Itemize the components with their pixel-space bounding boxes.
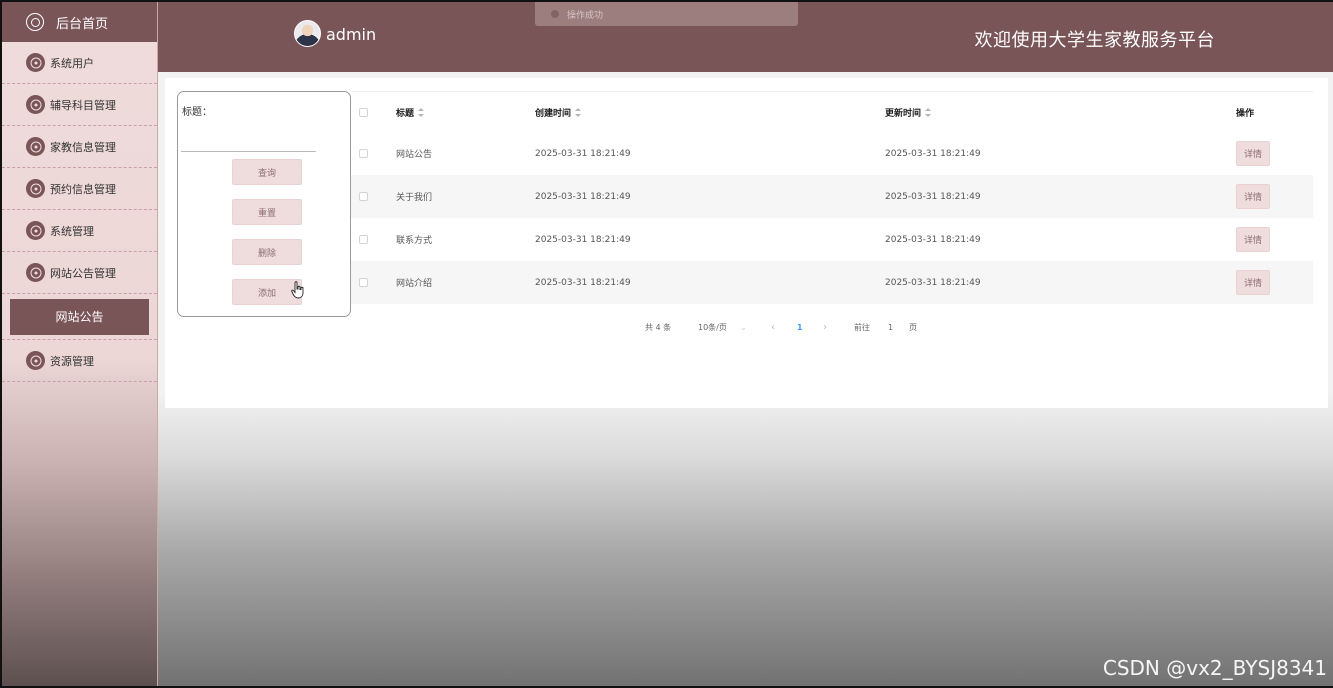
sort-icon[interactable]	[925, 107, 932, 117]
column-header-label: 标题	[396, 108, 415, 119]
page-unit-label: 页	[909, 322, 917, 332]
detail-button[interactable]: 详情	[1236, 227, 1270, 252]
cell-title: 网站公告	[396, 150, 433, 160]
sort-icon[interactable]	[418, 107, 425, 117]
row-checkbox[interactable]	[359, 149, 368, 158]
chevron-down-icon[interactable]: ⌄	[740, 320, 747, 334]
sidebar-item-tutoring-info[interactable]: 家教信息管理	[2, 126, 157, 168]
detail-button[interactable]: 详情	[1236, 184, 1270, 209]
home-icon	[26, 13, 44, 31]
sidebar-item-subjects[interactable]: 辅导科目管理	[2, 84, 157, 126]
sidebar-item-label: 系统用户	[50, 56, 94, 70]
toast-text: 操作成功	[567, 10, 604, 21]
cell-updated: 2025-03-31 18:21:49	[885, 148, 981, 159]
delete-button[interactable]: 删除	[232, 239, 302, 265]
cell-updated: 2025-03-31 18:21:49	[885, 234, 981, 245]
table-row: 关于我们 2025-03-31 18:21:49 2025-03-31 18:2…	[351, 175, 1313, 218]
username[interactable]: admin	[326, 25, 376, 44]
sidebar-item-system-management[interactable]: 系统管理	[2, 210, 157, 252]
select-all-checkbox[interactable]	[359, 107, 368, 117]
sidebar-item-label: 资源管理	[50, 354, 94, 368]
sidebar-item-label: 辅导科目管理	[50, 98, 116, 112]
sidebar-item-announcements[interactable]: 网站公告管理	[2, 252, 157, 294]
title-search-input[interactable]	[181, 122, 316, 152]
sidebar: 后台首页 系统用户 辅导科目管理 家教信息管理 预约信息管理 系统管理 网站公告…	[2, 2, 158, 686]
column-header-created[interactable]: 创建时间	[535, 106, 582, 119]
sidebar-item-bookings[interactable]: 预约信息管理	[2, 168, 157, 210]
query-button[interactable]: 查询	[232, 159, 302, 185]
column-header-action: 操作	[1236, 108, 1255, 119]
page-size-select[interactable]: 10条/页	[698, 320, 727, 334]
cell-title: 网站介绍	[396, 279, 433, 289]
sort-icon[interactable]	[575, 107, 582, 117]
hand-cursor-icon	[291, 281, 304, 299]
cell-created: 2025-03-31 18:21:49	[535, 277, 631, 288]
sidebar-item-home[interactable]: 后台首页	[2, 2, 157, 42]
cell-created: 2025-03-31 18:21:49	[535, 191, 631, 202]
column-header-title[interactable]: 标题	[396, 106, 425, 119]
success-toast: 操作成功	[535, 2, 798, 26]
sidebar-subitem-announcement[interactable]: 网站公告	[10, 298, 149, 335]
prev-page-icon[interactable]: ‹	[771, 320, 775, 334]
flower-icon	[26, 53, 45, 72]
row-checkbox[interactable]	[359, 192, 368, 201]
cell-created: 2025-03-31 18:21:49	[535, 234, 631, 245]
cell-updated: 2025-03-31 18:21:49	[885, 191, 981, 202]
top-header: admin 操作成功 欢迎使用大学生家教服务平台	[158, 2, 1333, 72]
page-number-current[interactable]: 1	[797, 320, 803, 334]
sidebar-item-label: 系统管理	[50, 224, 94, 238]
sidebar-item-label: 预约信息管理	[50, 182, 116, 196]
cell-title: 联系方式	[396, 236, 433, 246]
row-checkbox[interactable]	[359, 278, 368, 287]
sidebar-item-resources[interactable]: 资源管理	[2, 340, 157, 382]
pagination-total: 共 4 条	[645, 322, 672, 332]
flower-icon	[26, 263, 45, 282]
table-row: 联系方式 2025-03-31 18:21:49 2025-03-31 18:2…	[351, 218, 1313, 261]
table-row: 网站公告 2025-03-31 18:21:49 2025-03-31 18:2…	[351, 132, 1313, 175]
column-header-label: 更新时间	[885, 108, 922, 119]
sidebar-submenu: 网站公告	[2, 294, 157, 340]
flower-icon	[26, 221, 45, 240]
cell-updated: 2025-03-31 18:21:49	[885, 277, 981, 288]
goto-label: 前往	[854, 322, 870, 332]
detail-button[interactable]: 详情	[1236, 270, 1270, 295]
watermark: CSDN @vx2_BYSJ8341	[1102, 656, 1327, 680]
table-row: 网站介绍 2025-03-31 18:21:49 2025-03-31 18:2…	[351, 261, 1313, 304]
sidebar-item-label: 后台首页	[56, 16, 109, 32]
row-checkbox[interactable]	[359, 235, 368, 244]
sidebar-item-label: 家教信息管理	[50, 140, 116, 154]
cell-title: 关于我们	[396, 193, 433, 203]
cell-created: 2025-03-31 18:21:49	[535, 148, 631, 159]
goto-page-input[interactable]: 1	[888, 320, 893, 334]
title-search-label: 标题：	[182, 107, 212, 118]
flower-icon	[26, 179, 45, 198]
reset-button[interactable]: 重置	[232, 199, 302, 225]
site-title: 欢迎使用大学生家教服务平台	[974, 30, 1215, 51]
avatar[interactable]	[294, 20, 321, 47]
sidebar-item-label: 网站公告管理	[50, 266, 116, 280]
column-header-label: 创建时间	[535, 108, 572, 119]
detail-button[interactable]: 详情	[1236, 141, 1270, 166]
search-form: 标题： 查询 重置 删除 添加	[177, 91, 351, 317]
flower-icon	[26, 137, 45, 156]
flower-icon	[26, 351, 45, 370]
sidebar-item-system-users[interactable]: 系统用户	[2, 42, 157, 84]
flower-icon	[26, 95, 45, 114]
column-header-updated[interactable]: 更新时间	[885, 106, 932, 119]
table-header: 标题 创建时间 更新时间 操作	[351, 91, 1313, 132]
next-page-icon[interactable]: ›	[823, 320, 827, 334]
